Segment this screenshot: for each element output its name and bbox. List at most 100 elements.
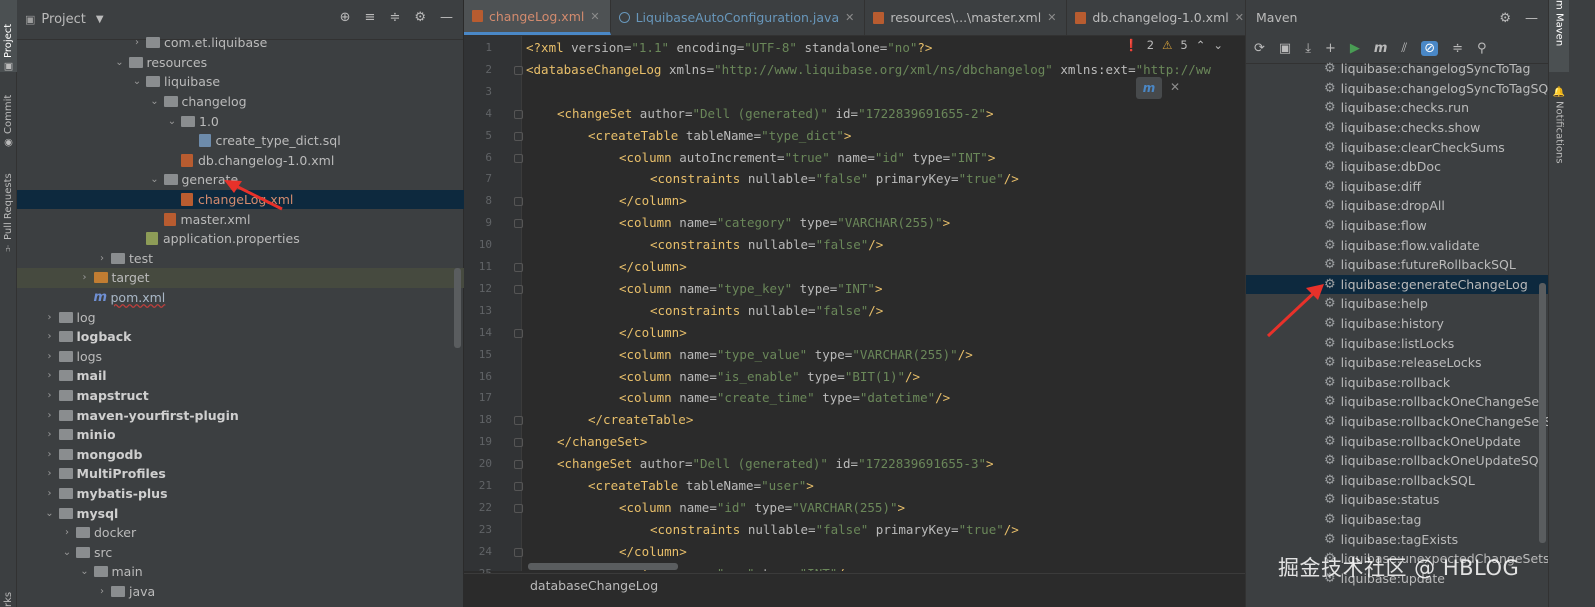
maven-goal-item[interactable]: ⚙ liquibase:rollbackSQL [1246, 470, 1549, 490]
tree-item[interactable]: db.changelog-1.0.xml [17, 151, 464, 171]
chevron-right-icon[interactable]: › [43, 390, 57, 401]
chevron-right-icon[interactable]: › [43, 331, 57, 342]
fold-marker-icon[interactable] [514, 65, 523, 75]
fold-marker-icon[interactable] [514, 547, 523, 557]
chevron-right-icon[interactable]: › [43, 488, 57, 499]
maven-goal-item[interactable]: ⚙ liquibase:rollbackOneChangeSetSQL [1246, 412, 1569, 432]
chevron-right-icon[interactable]: › [43, 468, 57, 479]
chevron-right-icon[interactable]: › [43, 351, 57, 362]
project-panel-title[interactable]: Project [41, 12, 85, 27]
chevron-down-icon[interactable]: ⌄ [1213, 38, 1223, 52]
maven-goal-item[interactable]: ⚙ liquibase:help [1246, 294, 1549, 314]
tree-item[interactable]: › maven-yourfirst-plugin [17, 405, 464, 425]
editor-horizontal-scrollbar[interactable] [528, 563, 678, 570]
project-tool-tab[interactable]: ▣ Project [0, 0, 17, 72]
fold-marker-icon[interactable] [514, 416, 523, 426]
chevron-right-icon[interactable]: › [78, 272, 92, 283]
tree-item[interactable]: › com.et.liquibase [17, 33, 464, 53]
editor-tab[interactable]: db.changelog-1.0.xml ✕ [1067, 0, 1255, 35]
chevron-right-icon[interactable]: › [43, 449, 57, 460]
pull-requests-tool-tab[interactable]: ⑂ Pull Requests [0, 163, 17, 253]
notifications-tool-tab[interactable]: 🔔 Notifications [1549, 86, 1569, 176]
tree-item[interactable]: ⌄ src [17, 542, 464, 562]
maven-goal-item[interactable]: ⚙ liquibase:listLocks [1246, 333, 1549, 353]
code-view[interactable]: <?xml version="1.1" encoding="UTF-8" sta… [526, 36, 1245, 571]
maven-load-changes-icon[interactable]: m [1136, 77, 1162, 99]
chevron-right-icon[interactable]: › [43, 410, 57, 421]
locate-file-icon[interactable]: ⊕ [340, 10, 351, 25]
maven-goal-item[interactable]: ⚙ liquibase:flow.validate [1246, 235, 1549, 255]
fold-marker-icon[interactable] [514, 284, 523, 294]
tree-item[interactable]: m pom.xml [17, 288, 464, 308]
chevron-right-icon[interactable]: › [95, 586, 109, 597]
maven-goal-item[interactable]: ⚙ liquibase:checks.show [1246, 118, 1549, 138]
tree-item[interactable]: › log [17, 307, 464, 327]
maven-goal-item[interactable]: ⚙ liquibase:futureRollbackSQL [1246, 255, 1549, 275]
hide-panel-icon[interactable]: — [1525, 11, 1538, 26]
tree-item[interactable]: › mongodb [17, 444, 464, 464]
chevron-right-icon[interactable]: › [60, 527, 74, 538]
collapse-all-icon[interactable]: ≑ [389, 10, 400, 25]
inspection-indicators[interactable]: ❗ 2 ⚠ 5 ⌃ ⌄ [1124, 38, 1223, 52]
editor-tab[interactable]: changeLog.xml ✕ [464, 0, 611, 35]
execute-goal-icon[interactable]: m [1374, 41, 1388, 56]
chevron-right-icon[interactable]: › [43, 370, 57, 381]
fold-marker-icon[interactable] [514, 503, 523, 513]
collapse-all-icon[interactable]: ≑ [1452, 41, 1463, 56]
close-icon[interactable]: ✕ [1170, 80, 1180, 94]
maven-goal-item[interactable]: ⚙ liquibase:changelogSyncToTagSQL [1246, 79, 1555, 99]
maven-goal-item[interactable]: ⚙ liquibase:status [1246, 490, 1549, 510]
chevron-down-icon[interactable]: ⌄ [130, 76, 144, 87]
tree-item[interactable]: › mapstruct [17, 386, 464, 406]
tree-item[interactable]: › logs [17, 347, 464, 367]
chevron-right-icon[interactable]: › [43, 312, 57, 323]
maven-goal-item[interactable]: ⚙ liquibase:rollbackOneUpdate [1246, 431, 1549, 451]
tree-item[interactable]: ⌄ main [17, 562, 464, 582]
tree-item[interactable]: › minio [17, 425, 464, 445]
maven-goal-item[interactable]: ⚙ liquibase:clearCheckSums [1246, 137, 1549, 157]
fold-marker-icon[interactable] [514, 263, 523, 272]
tree-item[interactable]: › java [17, 582, 464, 602]
toggle-offline-icon[interactable]: ⫽ [1401, 41, 1407, 56]
maven-goal-item[interactable]: ⚙ liquibase:rollbackOneChangeSet [1246, 392, 1549, 412]
maven-scrollbar[interactable] [1539, 283, 1546, 543]
fold-marker-icon[interactable] [514, 197, 523, 207]
tree-item[interactable]: create_type_dict.sql [17, 131, 464, 151]
skip-tests-icon[interactable]: ⊘ [1421, 41, 1439, 56]
fold-marker-icon[interactable] [514, 219, 523, 229]
maven-goal-item[interactable]: ⚙ liquibase:changelogSyncToTag [1246, 59, 1549, 79]
tree-item[interactable]: › docker [17, 523, 464, 543]
maven-goal-item[interactable]: ⚙ liquibase:rollbackOneUpdateSQL [1246, 451, 1549, 471]
editor-tab[interactable]: LiquibaseAutoConfiguration.java ✕ [611, 0, 866, 35]
maven-goal-item[interactable]: ⚙ liquibase:rollback [1246, 373, 1549, 393]
tree-item[interactable]: ⌄ generate [17, 170, 464, 190]
chevron-down-icon[interactable]: ⌄ [148, 174, 162, 185]
chevron-right-icon[interactable]: › [43, 429, 57, 440]
tree-item[interactable]: changeLog.xml [17, 189, 464, 210]
project-scrollbar[interactable] [454, 268, 461, 348]
maven-goal-item[interactable]: ⚙ liquibase:history [1246, 314, 1549, 334]
maven-goal-item[interactable]: ⚙ liquibase:releaseLocks [1246, 353, 1549, 373]
reload-icon[interactable]: ⟳ [1254, 41, 1265, 56]
fold-marker-icon[interactable] [514, 131, 523, 141]
bookmarks-tool-tab[interactable]: rks [0, 582, 17, 607]
maven-goal-item[interactable]: ⚙ liquibase:tag [1246, 510, 1549, 530]
folder-add-icon[interactable]: ▣ [1279, 41, 1291, 56]
fold-marker-icon[interactable] [514, 153, 523, 163]
maven-goal-item[interactable]: ⚙ liquibase:tagExists [1246, 529, 1549, 549]
gear-icon[interactable]: ⚙ [1499, 11, 1511, 26]
run-icon[interactable]: ▶ [1350, 41, 1360, 56]
tree-item[interactable]: master.xml [17, 209, 464, 229]
breadcrumb[interactable]: databaseChangeLog [464, 573, 1245, 607]
maven-goal-item[interactable]: ⚙ liquibase:dropAll [1246, 196, 1549, 216]
maven-goal-item[interactable]: ⚙ liquibase:dbDoc [1246, 157, 1549, 177]
fold-marker-icon[interactable] [514, 460, 523, 470]
expand-all-icon[interactable]: ≡ [365, 10, 376, 25]
tree-item[interactable]: application.properties [17, 229, 464, 249]
tree-item[interactable]: › mybatis-plus [17, 484, 464, 504]
tree-item[interactable]: ⌄ liquibase [17, 72, 464, 92]
close-icon[interactable]: ✕ [1047, 11, 1056, 24]
chevron-down-icon[interactable]: ⌄ [113, 57, 127, 68]
tree-item[interactable]: ⌄ 1.0 [17, 111, 464, 131]
commit-tool-tab[interactable]: ◉ Commit [0, 88, 17, 148]
